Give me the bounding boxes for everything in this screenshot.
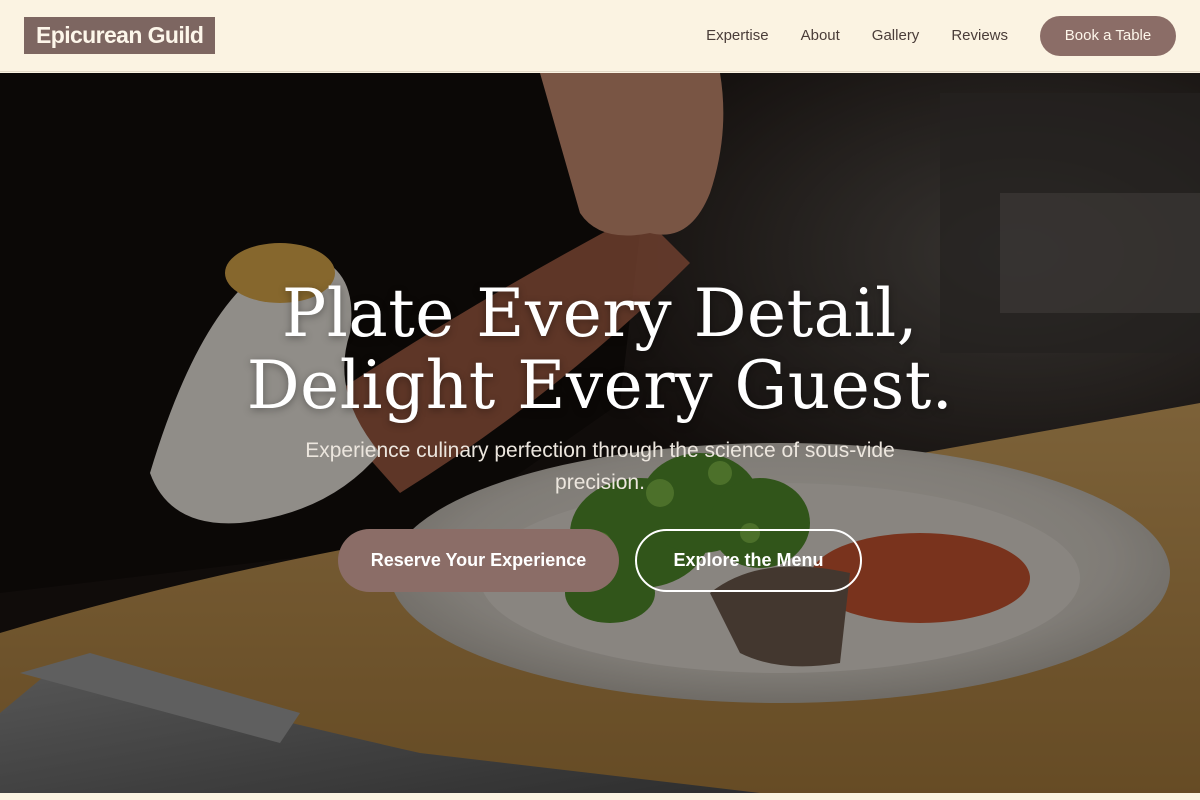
hero-title-line-1: Plate Every Detail,	[281, 275, 919, 352]
page-bottom-edge	[0, 793, 1200, 800]
nav-link-gallery[interactable]: Gallery	[872, 27, 920, 44]
hero-title-line-2: Delight Every Guest.	[246, 347, 954, 424]
site-header: Epicurean Guild Expertise About Gallery …	[0, 0, 1200, 72]
nav-link-expertise[interactable]: Expertise	[706, 27, 769, 44]
explore-menu-button[interactable]: Explore the Menu	[635, 529, 862, 592]
nav-link-about[interactable]: About	[801, 27, 840, 44]
hero-content: Plate Every Detail, Delight Every Guest.…	[0, 73, 1200, 793]
brand-logo[interactable]: Epicurean Guild	[24, 17, 216, 54]
hero-subtitle: Experience culinary perfection through t…	[305, 439, 895, 494]
reserve-experience-button[interactable]: Reserve Your Experience	[338, 529, 619, 592]
main-nav: Expertise About Gallery Reviews Book a T…	[706, 15, 1176, 56]
hero-title: Plate Every Detail, Delight Every Guest.	[0, 278, 1200, 422]
nav-link-reviews[interactable]: Reviews	[951, 27, 1008, 44]
hero-section: Plate Every Detail, Delight Every Guest.…	[0, 73, 1200, 793]
book-table-button[interactable]: Book a Table	[1040, 15, 1176, 56]
